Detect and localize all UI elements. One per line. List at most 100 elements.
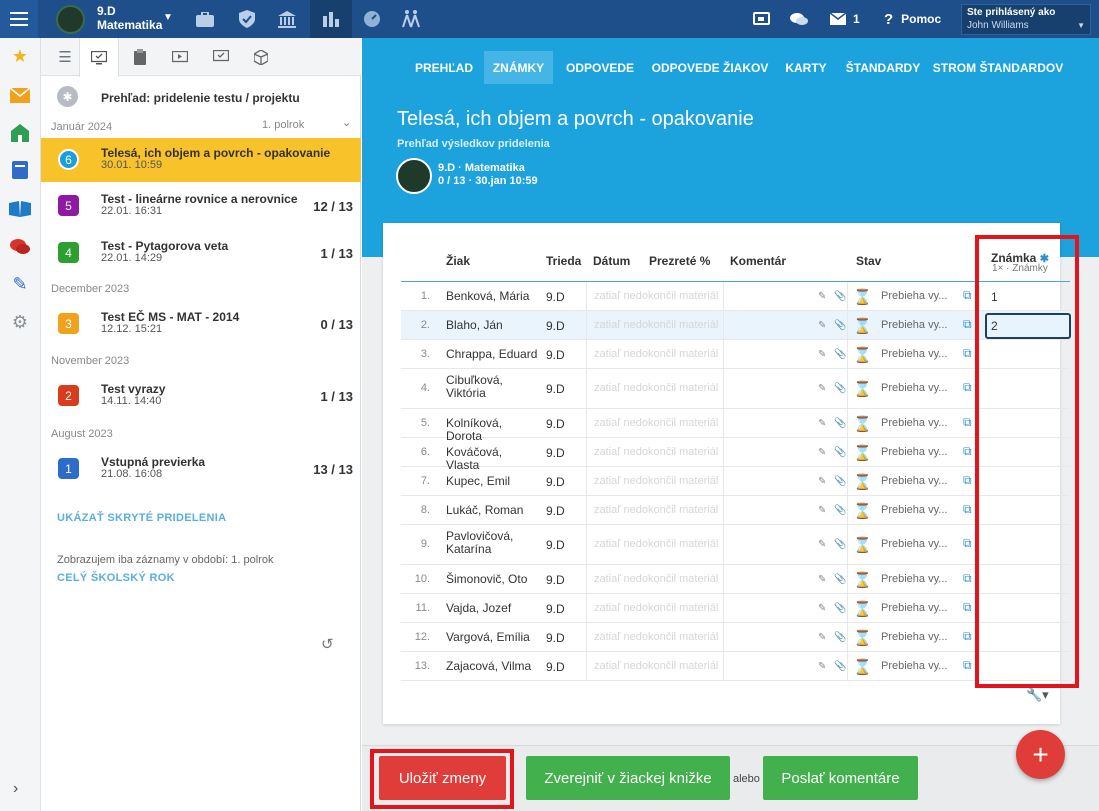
student-name[interactable]: Blaho, Ján — [446, 319, 538, 332]
attachment-icon[interactable]: 📎 — [834, 661, 846, 672]
assignment-item[interactable]: 1 Vstupná previerka 21.08. 16:08 13 / 13 — [41, 447, 361, 491]
mail-icon[interactable] — [9, 84, 31, 106]
student-name[interactable]: Kupec, Emil — [446, 475, 538, 488]
school-icon[interactable] — [9, 122, 31, 144]
student-name[interactable]: Vajda, Jozef — [446, 602, 538, 615]
table-row[interactable]: 5. Kolníková, Dorota 9.D zatiaľ nedokončil … — [401, 409, 1070, 443]
attachment-icon[interactable]: 📎 — [834, 349, 846, 360]
class-subject[interactable]: Matematika — [97, 18, 162, 32]
package-icon[interactable] — [241, 38, 281, 76]
header-class[interactable]: Trieda — [546, 254, 581, 268]
open-external-icon[interactable]: ⧉ — [963, 571, 972, 586]
edit-comment-icon[interactable]: ✎ — [818, 603, 826, 614]
assignment-item[interactable]: 6 Telesá, ich objem a povrch - opakovani… — [41, 138, 361, 182]
open-external-icon[interactable]: ⧉ — [963, 600, 972, 615]
semester-chevron-icon[interactable]: ⌄ — [342, 116, 351, 129]
messages[interactable]: 1 — [830, 0, 860, 38]
open-external-icon[interactable]: ⧉ — [963, 629, 972, 644]
open-external-icon[interactable]: ⧉ — [963, 380, 972, 395]
cast-icon[interactable] — [748, 0, 774, 38]
attachment-icon[interactable]: 📎 — [834, 418, 846, 429]
edit-comment-icon[interactable]: ✎ — [818, 476, 826, 487]
edit-comment-icon[interactable]: ✎ — [818, 661, 826, 672]
class-dropdown-icon[interactable]: ▼ — [163, 12, 173, 23]
tab-overview[interactable]: PREHĽAD — [408, 51, 480, 84]
header-viewed[interactable]: Prezreté % — [649, 254, 710, 268]
table-row[interactable]: 2. Blaho, Ján 9.D zatiaľ nedokončil materiá… — [401, 311, 1071, 340]
attachment-icon[interactable]: 📎 — [834, 603, 846, 614]
monitor-check-icon[interactable] — [79, 38, 119, 77]
table-row[interactable]: 1. Benková, Mária 9.D zatiaľ nedokončil mat… — [401, 282, 1070, 311]
chat-icon[interactable] — [787, 0, 811, 38]
table-row[interactable]: 7. Kupec, Emil 9.D zatiaľ nedokončil materi… — [401, 467, 1070, 496]
open-external-icon[interactable]: ⧉ — [963, 346, 972, 361]
wrench-dropdown-icon[interactable]: 🔧▾ — [1026, 687, 1049, 703]
shield-icon[interactable] — [233, 0, 260, 38]
table-row[interactable]: 10. Šimonovič, Oto 9.D zatiaľ nedokončil ma… — [401, 565, 1070, 594]
edit-comment-icon[interactable]: ✎ — [818, 447, 826, 458]
open-external-icon[interactable]: ⧉ — [963, 473, 972, 488]
video-icon[interactable] — [160, 38, 200, 76]
attachment-icon[interactable]: 📎 — [834, 505, 846, 516]
attachment-icon[interactable]: 📎 — [834, 447, 846, 458]
student-name[interactable]: Cibuľková, Viktória — [446, 374, 538, 400]
table-row[interactable]: 8. Lukáč, Roman 9.D zatiaľ nedokončil mater… — [401, 496, 1070, 525]
attachment-icon[interactable]: 📎 — [834, 574, 846, 585]
open-external-icon[interactable]: ⧉ — [963, 317, 972, 332]
student-name[interactable]: Lukáč, Roman — [446, 504, 538, 517]
publish-button[interactable]: Zverejniť v žiackej knižke — [526, 756, 730, 800]
attachment-icon[interactable]: 📎 — [834, 476, 846, 487]
discussion-icon[interactable] — [9, 236, 31, 258]
edit-comment-icon[interactable]: ✎ — [818, 320, 826, 331]
edit-comment-icon[interactable]: ✎ — [818, 539, 826, 550]
briefcase-icon[interactable] — [191, 0, 218, 38]
table-row[interactable]: 13. Zajacová, Vilma 9.D zatiaľ nedokončil m… — [401, 652, 1070, 681]
show-hidden-link[interactable]: UKÁZAŤ SKRYTÉ PRIDELENIA — [57, 512, 226, 524]
bar-chart-icon[interactable] — [310, 0, 352, 38]
help-link[interactable]: ? Pomoc — [884, 0, 941, 38]
attachment-icon[interactable]: 📎 — [834, 291, 846, 302]
student-name[interactable]: Chrappa, Eduard — [446, 348, 538, 361]
open-external-icon[interactable]: ⧉ — [963, 658, 972, 673]
edit-comment-icon[interactable]: ✎ — [818, 632, 826, 643]
header-date[interactable]: Dátum — [593, 254, 630, 268]
history-icon[interactable]: ↺ — [321, 635, 334, 653]
header-student[interactable]: Žiak — [446, 254, 470, 268]
class-avatar[interactable] — [56, 5, 85, 34]
clipboard-icon[interactable] — [120, 38, 160, 76]
edit-comment-icon[interactable]: ✎ — [818, 574, 826, 585]
table-row[interactable]: 11. Vajda, Jozef 9.D zatiaľ nedokončil mate… — [401, 594, 1070, 623]
assignment-item[interactable]: 4 Test - Pytagorova veta 22.01. 14:29 1 … — [41, 231, 361, 275]
notebook-icon[interactable] — [9, 159, 31, 181]
assignment-item[interactable]: 5 Test - lineárne rovnice a nerovnice 22… — [41, 184, 361, 228]
table-row[interactable]: 12. Vargová, Emília 9.D zatiaľ nedokončil m… — [401, 623, 1070, 652]
edit-comment-icon[interactable]: ✎ — [818, 418, 826, 429]
student-name[interactable]: Vargová, Emília — [446, 631, 538, 644]
semester-selector[interactable]: 1. polrok — [262, 119, 304, 131]
table-row[interactable]: 3. Chrappa, Eduard 9.D zatiaľ nedokončil ma… — [401, 340, 1070, 369]
table-row[interactable]: 4. Cibuľková, Viktória 9.D zatiaľ nedokonči… — [401, 369, 1070, 409]
edit-comment-icon[interactable]: ✎ — [818, 383, 826, 394]
tab-standards-tree[interactable]: STROM ŠTANDARDOV — [933, 51, 1063, 84]
tab-grades[interactable]: ZNÁMKY — [484, 51, 553, 84]
tab-answers[interactable]: ODPOVEDE — [560, 51, 640, 84]
user-dropdown-icon[interactable]: ▼ — [1077, 21, 1085, 30]
attachment-icon[interactable]: 📎 — [834, 383, 846, 394]
hamburger-menu-icon[interactable] — [0, 0, 38, 38]
expand-chevron-icon[interactable]: › — [13, 780, 18, 798]
open-external-icon[interactable]: ⧉ — [963, 288, 972, 303]
envelope-icon[interactable] — [830, 13, 846, 25]
overview-link[interactable]: ✱ Prehľad: pridelenie testu / projektu — [41, 84, 361, 114]
whole-year-link[interactable]: CELÝ ŠKOLSKÝ ROK — [57, 572, 175, 584]
edit-comment-icon[interactable]: ✎ — [818, 349, 826, 360]
user-menu[interactable]: Ste prihlásený ako John Williams ▼ — [961, 4, 1091, 35]
attachment-icon[interactable]: 📎 — [834, 539, 846, 550]
attachment-icon[interactable]: 📎 — [834, 320, 846, 331]
edit-comment-icon[interactable]: ✎ — [818, 505, 826, 516]
header-comment[interactable]: Komentár — [730, 254, 786, 268]
attachment-icon[interactable]: 📎 — [834, 632, 846, 643]
screen-check-icon[interactable] — [201, 38, 241, 76]
pen-icon[interactable]: ✎ — [9, 273, 31, 295]
open-external-icon[interactable]: ⧉ — [963, 536, 972, 551]
open-external-icon[interactable]: ⧉ — [963, 502, 972, 517]
